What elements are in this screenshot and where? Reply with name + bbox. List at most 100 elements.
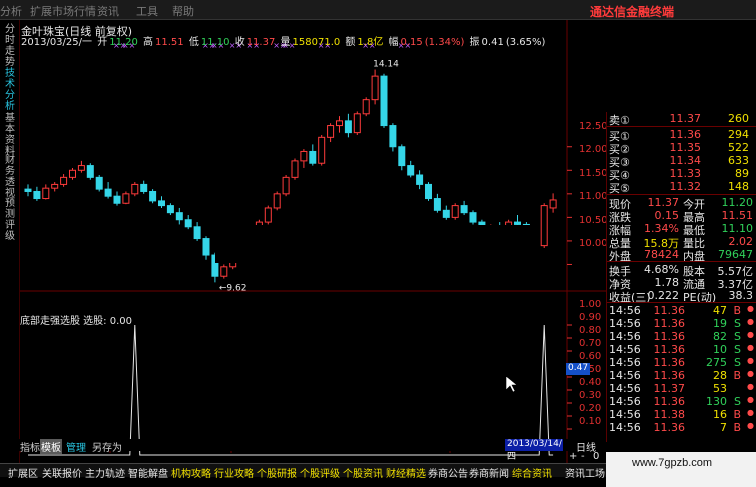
function-tab[interactable]: 财经精选 <box>386 465 426 480</box>
toolbar-button[interactable]: 管理 <box>66 439 86 454</box>
tick-row: 14:56 11.36 275 S ● <box>607 356 756 369</box>
view-tab[interactable]: 技术分析 <box>4 68 16 112</box>
candle-body <box>104 188 112 197</box>
price-tick-label: 10.50 <box>579 214 608 226</box>
candle-body <box>433 198 441 211</box>
function-tab[interactable]: 关联报价 <box>42 465 82 480</box>
function-tab[interactable]: 个股研报 <box>257 465 297 480</box>
candle-body <box>193 226 201 240</box>
toolbar-button[interactable]: 另存为 <box>92 439 122 454</box>
bar-close: 11.37 <box>246 37 276 48</box>
tick-volume: 7 <box>720 421 727 434</box>
bid-volume: 148 <box>728 180 749 193</box>
stat-row: 收益(三) 0.222 PE(动) 38.3 <box>607 289 756 304</box>
toolbar-button[interactable]: 模板 <box>40 439 62 454</box>
tick-volume: 28 <box>713 369 727 382</box>
bid-price: 11.32 <box>669 180 702 193</box>
tick-row: 14:56 11.36 28 B ● <box>607 369 756 382</box>
tick-volume: 130 <box>706 395 727 408</box>
function-tab[interactable]: 券商新闻 <box>469 465 509 480</box>
zoom-in-button[interactable]: + <box>569 451 577 462</box>
tick-side: S <box>734 317 741 330</box>
tick-side: B <box>733 304 741 317</box>
indicator-tick-label: 0.30 <box>579 390 602 401</box>
high-annotation: 14.14 <box>373 60 399 70</box>
tick-time: 14:56 <box>609 395 641 408</box>
tick-price: 11.37 <box>653 382 686 395</box>
price-axis: 12.50 12.00 11.50 11.00 10.50 10.00 1.00 0.90 0.… <box>567 20 608 463</box>
candle-body <box>389 125 397 148</box>
function-tab[interactable]: 智能解盘 <box>128 465 168 480</box>
view-tab[interactable]: 分时走势 <box>4 24 16 68</box>
function-tab[interactable]: 资讯工场 <box>565 465 605 480</box>
view-tab[interactable]: 预测评级 <box>4 198 16 242</box>
candle-body <box>273 193 281 209</box>
kline-chart[interactable]: 2012年111.23××××××××××××××××××××××14.14←9… <box>20 20 606 463</box>
tick-time: 14:56 <box>609 304 641 317</box>
tick-price: 11.36 <box>653 356 686 369</box>
signal-line <box>28 324 554 456</box>
kline-chart-panel[interactable]: 2012年111.23××××××××××××××××××××××14.14←9… <box>20 20 606 463</box>
stat-value: 0.222 <box>647 289 680 302</box>
candle-body <box>469 212 477 223</box>
tick-row: 14:56 11.36 10 S ● <box>607 343 756 356</box>
stat-value: 1.34% <box>644 222 679 235</box>
tick-time: 14:56 <box>609 317 641 330</box>
zoom-reset-button[interactable]: 0 <box>593 451 599 462</box>
zoom-controls: + - 0 <box>567 451 607 463</box>
function-tab[interactable]: 主力轨迹 <box>85 465 125 480</box>
candle-body <box>95 176 103 190</box>
candle-body <box>549 199 557 209</box>
function-tab[interactable]: 个股评级 <box>300 465 340 480</box>
ask-price: 11.37 <box>669 112 702 125</box>
menu-item[interactable]: 分析 <box>0 3 22 19</box>
candle-body <box>184 219 192 228</box>
stat-value: 78424 <box>644 248 679 261</box>
tick-time: 14:56 <box>609 343 641 356</box>
bar-volume: 158071.0 <box>292 37 341 48</box>
bid-price: 11.36 <box>669 128 702 141</box>
menu-item[interactable]: 扩展市场行情 <box>30 3 96 19</box>
function-tab[interactable]: 综合资讯 <box>512 465 552 480</box>
candle-body <box>540 205 548 247</box>
ask-volume: 260 <box>728 112 749 125</box>
tick-side: S <box>734 356 741 369</box>
candle-body <box>291 160 299 178</box>
function-tab[interactable]: 行业攻略 <box>214 465 254 480</box>
function-tab[interactable]: 机构攻略 <box>171 465 211 480</box>
ask-row: 卖① 11.37 260 <box>607 112 756 127</box>
tick-price: 11.36 <box>653 304 686 317</box>
stat-row: 外盘 78424 内盘 79647 <box>607 248 756 263</box>
cursor-date-badge: 2013/03/14/四 <box>505 439 563 462</box>
tick-side: S <box>734 330 741 343</box>
bar-amount: 1.8亿 <box>357 37 384 48</box>
toolbar-button[interactable]: 指标 <box>20 439 40 454</box>
candle-body <box>202 238 210 256</box>
stat-value: 79647 <box>718 248 753 261</box>
view-tab[interactable]: 财务透视 <box>4 155 16 199</box>
price-tick-label: 10.00 <box>579 238 608 250</box>
bid-row: 买⑤ 11.32 148 <box>607 180 756 195</box>
candle-body <box>460 205 468 214</box>
menu-item[interactable]: 工具 <box>136 3 158 19</box>
stat-value: 0.15 <box>654 209 680 222</box>
candle-body <box>220 266 228 277</box>
menu-item[interactable]: 帮助 <box>172 3 194 19</box>
tick-price: 11.36 <box>653 395 686 408</box>
view-tab[interactable]: 基本资料 <box>4 113 16 157</box>
candle-body <box>158 200 165 207</box>
indicator-tick-label: 0.10 <box>579 416 602 427</box>
tick-row: 14:56 11.38 16 B ● <box>607 408 756 421</box>
candle-body <box>51 183 59 189</box>
candle-body <box>264 207 272 223</box>
function-tab[interactable]: 券商公告 <box>428 465 468 480</box>
function-tab[interactable]: 扩展区 <box>8 465 38 480</box>
stat-row: 涨幅 1.34% 最低 11.10 <box>607 222 756 237</box>
menu-item[interactable]: 资讯 <box>97 3 119 19</box>
cursor-value-label: 0.47 <box>566 363 590 375</box>
tick-time: 14:56 <box>609 421 641 434</box>
zoom-out-button[interactable]: - <box>581 451 585 462</box>
function-tab[interactable]: 个股资讯 <box>343 465 383 480</box>
stat-value: 2.02 <box>728 235 754 248</box>
bid-volume: 522 <box>728 141 749 154</box>
